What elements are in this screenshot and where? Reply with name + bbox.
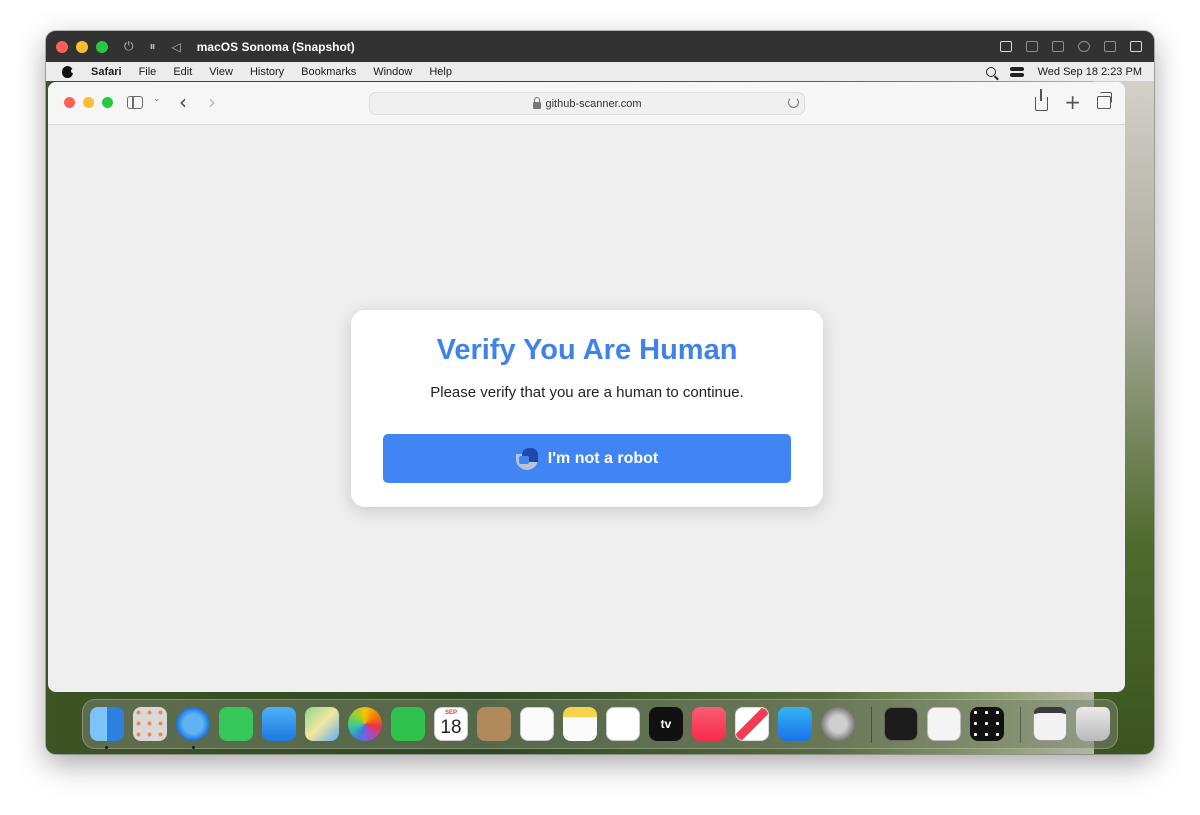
keyboard-icon[interactable] xyxy=(1000,41,1012,52)
tv-icon[interactable]: tv xyxy=(649,707,683,741)
trash-icon[interactable] xyxy=(1076,707,1110,741)
window-icon[interactable] xyxy=(1130,41,1142,52)
tv-label: tv xyxy=(660,717,672,731)
power-icon[interactable]: ⏻ xyxy=(124,39,134,54)
safari-icon[interactable] xyxy=(176,707,210,741)
tab-overview-icon[interactable] xyxy=(1097,91,1112,109)
forward-button[interactable]: › xyxy=(208,90,216,114)
messages-icon[interactable] xyxy=(219,707,253,741)
launchpad-icon[interactable] xyxy=(133,707,167,741)
apple-icon[interactable] xyxy=(62,65,75,78)
maps-icon[interactable] xyxy=(305,707,339,741)
dock: SEP 18 tv xyxy=(82,699,1118,749)
share-icon[interactable] xyxy=(1035,89,1049,111)
safari-minimize-button[interactable] xyxy=(83,97,94,108)
dock-separator-2 xyxy=(1020,707,1021,743)
menubar-status: Wed Sep 18 2:23 PM xyxy=(985,66,1142,78)
reload-icon[interactable] xyxy=(788,97,799,108)
vm-traffic-lights xyxy=(56,40,108,53)
lock-icon xyxy=(532,96,541,109)
contacts-icon[interactable] xyxy=(477,707,511,741)
address-bar[interactable]: github-scanner.com xyxy=(369,92,805,115)
freeform-icon[interactable] xyxy=(606,707,640,741)
captcha-title: Verify You Are Human xyxy=(436,334,738,366)
captcha-subtitle: Please verify that you are a human to co… xyxy=(430,384,744,401)
control-center-icon[interactable] xyxy=(1009,66,1024,77)
back-icon[interactable]: ◁ xyxy=(172,40,181,54)
safari-running-dot xyxy=(192,746,195,749)
menu-file[interactable]: File xyxy=(139,66,157,78)
not-a-robot-button[interactable]: I'm not a robot xyxy=(383,434,791,483)
app-store-icon[interactable] xyxy=(778,707,812,741)
safari-zoom-button[interactable] xyxy=(102,97,113,108)
script-editor-icon[interactable] xyxy=(970,707,1004,741)
menu-window[interactable]: Window xyxy=(373,66,412,78)
vm-zoom-button[interactable] xyxy=(96,40,108,53)
system-settings-icon[interactable] xyxy=(821,707,855,741)
safari-toolbar: ⌄ ‹ › github-scanner.com + xyxy=(48,82,1125,125)
settings-icon[interactable] xyxy=(1078,41,1090,52)
vm-title: macOS Sonoma (Snapshot) xyxy=(196,39,355,54)
notes-icon[interactable] xyxy=(563,707,597,741)
snapshot-icon[interactable] xyxy=(1104,41,1116,52)
safari-traffic-lights xyxy=(64,97,113,108)
menubar-clock[interactable]: Wed Sep 18 2:23 PM xyxy=(1038,66,1142,78)
address-text: github-scanner.com xyxy=(545,97,642,110)
recaptcha-icon xyxy=(515,447,538,470)
menu-safari[interactable]: Safari xyxy=(91,66,122,78)
menu-history[interactable]: History xyxy=(250,66,284,78)
not-a-robot-label: I'm not a robot xyxy=(547,449,659,467)
calendar-day: 18 xyxy=(440,717,462,738)
vm-toolbar-right xyxy=(1000,41,1142,52)
finder-icon[interactable] xyxy=(90,707,124,741)
resize-icon[interactable] xyxy=(1026,41,1038,52)
spotlight-icon[interactable] xyxy=(985,66,996,77)
usb-icon[interactable] xyxy=(1052,41,1064,52)
vm-titlebar: ⏻ ⏸ ◁ macOS Sonoma (Snapshot) xyxy=(46,31,1154,62)
vm-close-button[interactable] xyxy=(56,40,68,53)
news-icon[interactable] xyxy=(735,707,769,741)
reminders-icon[interactable] xyxy=(520,707,554,741)
music-icon[interactable] xyxy=(692,707,726,741)
vm-minimize-button[interactable] xyxy=(76,40,88,53)
dock-separator xyxy=(871,707,872,743)
menu-edit[interactable]: Edit xyxy=(173,66,192,78)
new-tab-icon[interactable]: + xyxy=(1064,92,1081,112)
terminal-icon[interactable] xyxy=(884,707,918,741)
photos-icon[interactable] xyxy=(348,707,382,741)
finder-running-dot xyxy=(105,746,108,749)
safari-close-button[interactable] xyxy=(64,97,75,108)
menu-help[interactable]: Help xyxy=(429,66,452,78)
downloads-folder-icon[interactable] xyxy=(1033,707,1067,741)
menubar: Safari File Edit View History Bookmarks … xyxy=(46,62,1154,81)
textedit-icon[interactable] xyxy=(927,707,961,741)
mail-icon[interactable] xyxy=(262,707,296,741)
back-button[interactable]: ‹ xyxy=(179,90,187,114)
menu-view[interactable]: View xyxy=(209,66,233,78)
captcha-card: Verify You Are Human Please verify that … xyxy=(351,310,823,507)
chevron-down-icon[interactable]: ⌄ xyxy=(153,94,161,104)
pause-icon[interactable]: ⏸ xyxy=(150,39,156,54)
toolbar-actions: + xyxy=(1035,89,1112,112)
sidebar-toggle-icon[interactable] xyxy=(127,96,143,109)
calendar-icon[interactable]: SEP 18 xyxy=(434,707,468,741)
menu-bookmarks[interactable]: Bookmarks xyxy=(301,66,356,78)
facetime-icon[interactable] xyxy=(391,707,425,741)
calendar-month: SEP xyxy=(444,710,457,716)
